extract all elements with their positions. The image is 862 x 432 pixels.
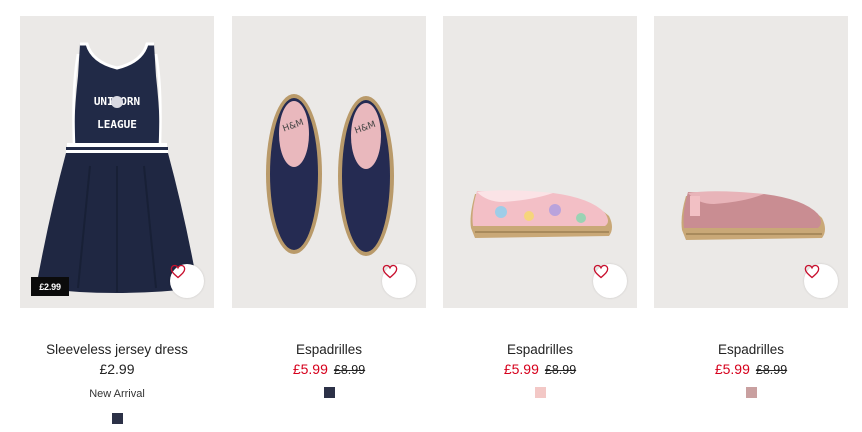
price-sale: £5.99 — [714, 361, 750, 377]
favourite-button[interactable] — [170, 264, 204, 298]
color-swatch[interactable] — [112, 413, 123, 424]
favourite-button[interactable] — [382, 264, 416, 298]
price-regular: £2.99 — [99, 361, 135, 377]
price-original: £8.99 — [544, 363, 577, 377]
heart-icon — [170, 264, 186, 279]
product-price: £5.99 £8.99 — [443, 361, 637, 377]
product-title[interactable]: Espadrilles — [654, 342, 848, 357]
price-sale: £5.99 — [503, 361, 539, 377]
product-image[interactable] — [443, 16, 637, 308]
print-text-line-2: LEAGUE — [97, 118, 137, 131]
color-swatch[interactable] — [324, 387, 335, 398]
price-sale: £5.99 — [292, 361, 328, 377]
product-image[interactable]: UNICORN LEAGUE £2.99 — [20, 16, 214, 308]
product-image[interactable]: H&M H&M — [232, 16, 426, 308]
heart-icon — [804, 264, 820, 279]
price-original: £8.99 — [755, 363, 788, 377]
new-arrival-badge: New Arrival — [89, 388, 145, 400]
heart-icon — [593, 264, 609, 279]
product-card[interactable]: Espadrilles £5.99 £8.99 — [443, 16, 637, 432]
product-card[interactable]: H&M H&M Espadrilles £5.99 £8.99 — [232, 16, 426, 432]
product-card[interactable]: UNICORN LEAGUE £2.99 Sleeveless jersey d… — [20, 16, 214, 432]
product-image[interactable] — [654, 16, 848, 308]
product-price: £5.99 £8.99 — [232, 361, 426, 377]
product-price: £2.99 — [20, 361, 214, 377]
product-title[interactable]: Sleeveless jersey dress — [20, 342, 214, 357]
product-price: £5.99 £8.99 — [654, 361, 848, 377]
product-title[interactable]: Espadrilles — [232, 342, 426, 357]
product-title[interactable]: Espadrilles — [443, 342, 637, 357]
price-original: £8.99 — [333, 363, 366, 377]
favourite-button[interactable] — [804, 264, 838, 298]
price-tag: £2.99 — [31, 277, 69, 296]
color-swatch[interactable] — [746, 387, 757, 398]
favourite-button[interactable] — [593, 264, 627, 298]
heart-icon — [382, 264, 398, 279]
product-card[interactable]: Espadrilles £5.99 £8.99 — [654, 16, 848, 432]
color-swatch[interactable] — [535, 387, 546, 398]
